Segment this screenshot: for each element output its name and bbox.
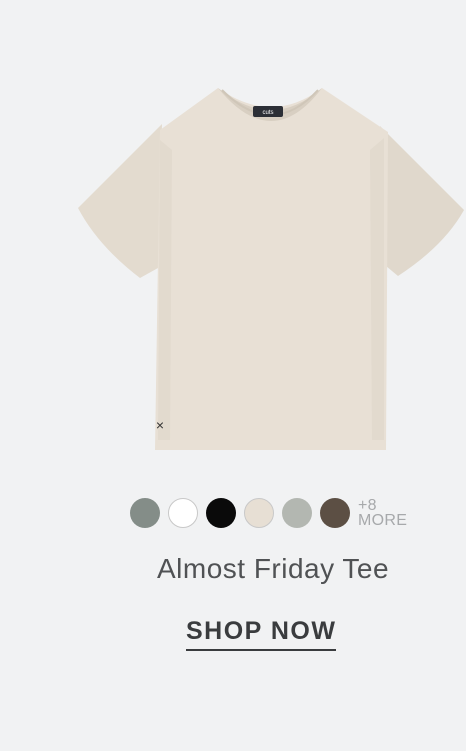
swatch-bone[interactable] [244,498,274,528]
product-image[interactable]: cuts × [70,80,466,460]
color-swatches: +8 MORE [130,497,408,529]
shop-now-button[interactable]: SHOP NOW [186,617,337,651]
product-card: cuts × +8 MORE Almost Friday Tee SHOP NO… [0,0,466,751]
shirt-body [155,88,388,450]
more-count: +8 [358,497,377,514]
right-sleeve [380,126,464,276]
swatch-light-sage[interactable] [282,498,312,528]
x-logo-icon: × [156,417,164,433]
swatch-sage[interactable] [130,498,160,528]
swatch-brown[interactable] [320,498,350,528]
neck-label-text: cuts [262,110,273,116]
swatch-black[interactable] [206,498,236,528]
product-title[interactable]: Almost Friday Tee [0,553,466,585]
swatch-white[interactable] [168,498,198,528]
left-sleeve [78,124,162,278]
more-colors-link[interactable]: +8 MORE [358,497,408,529]
more-label: MORE [358,512,408,529]
